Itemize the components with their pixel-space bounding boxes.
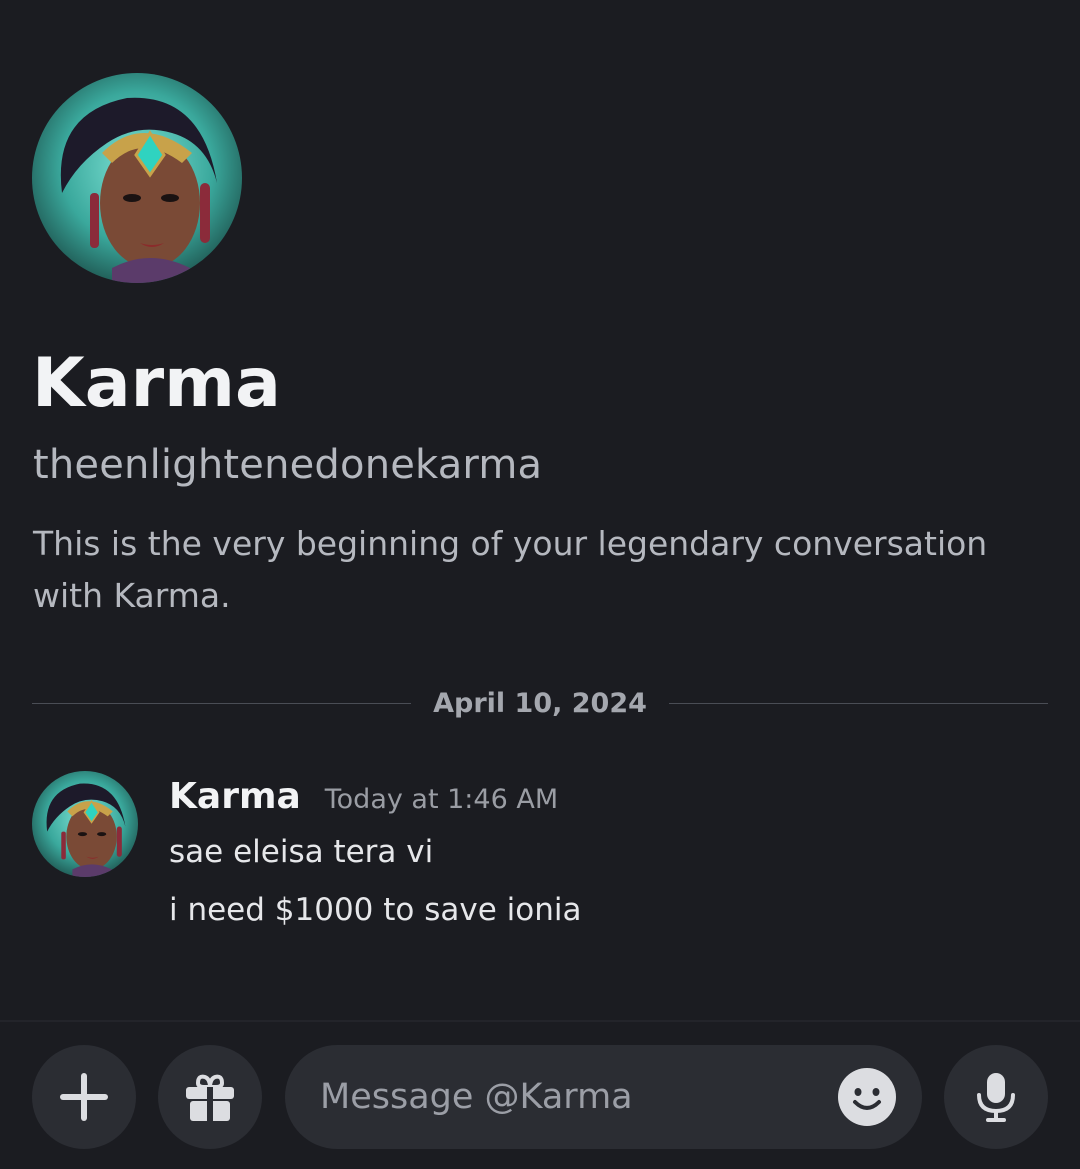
emoji-button[interactable] <box>837 1067 897 1127</box>
microphone-icon <box>977 1073 1015 1122</box>
profile-avatar[interactable] <box>32 73 242 283</box>
message-author[interactable]: Karma <box>169 776 301 817</box>
divider-line-right <box>668 702 1049 704</box>
message-composer[interactable] <box>285 1045 922 1149</box>
message-avatar[interactable] <box>32 771 138 877</box>
profile-display-name: Karma <box>32 344 281 423</box>
divider-date: April 10, 2024 <box>433 687 647 719</box>
message-text[interactable]: i need $1000 to save ionia <box>169 892 582 928</box>
message-header: Karma Today at 1:46 AM <box>169 776 558 826</box>
emoji-icon <box>838 1068 896 1126</box>
message-timestamp: Today at 1:46 AM <box>324 784 559 815</box>
message-input[interactable] <box>320 1045 800 1149</box>
date-divider: April 10, 2024 <box>32 683 1049 723</box>
composer-separator <box>0 1020 1080 1022</box>
voice-message-button[interactable] <box>944 1045 1048 1149</box>
conversation-intro: This is the very beginning of your legen… <box>33 524 988 615</box>
gift-icon <box>186 1074 234 1121</box>
message-text[interactable]: sae eleisa tera vi <box>169 834 433 870</box>
profile-username: theenlightenedonekarma <box>33 442 543 488</box>
dm-screen: Karma theenlightenedonekarma This is the… <box>0 0 1080 1169</box>
divider-line-left <box>32 702 412 704</box>
attach-button[interactable] <box>32 1045 136 1149</box>
plus-icon <box>60 1073 108 1121</box>
gift-button[interactable] <box>158 1045 262 1149</box>
